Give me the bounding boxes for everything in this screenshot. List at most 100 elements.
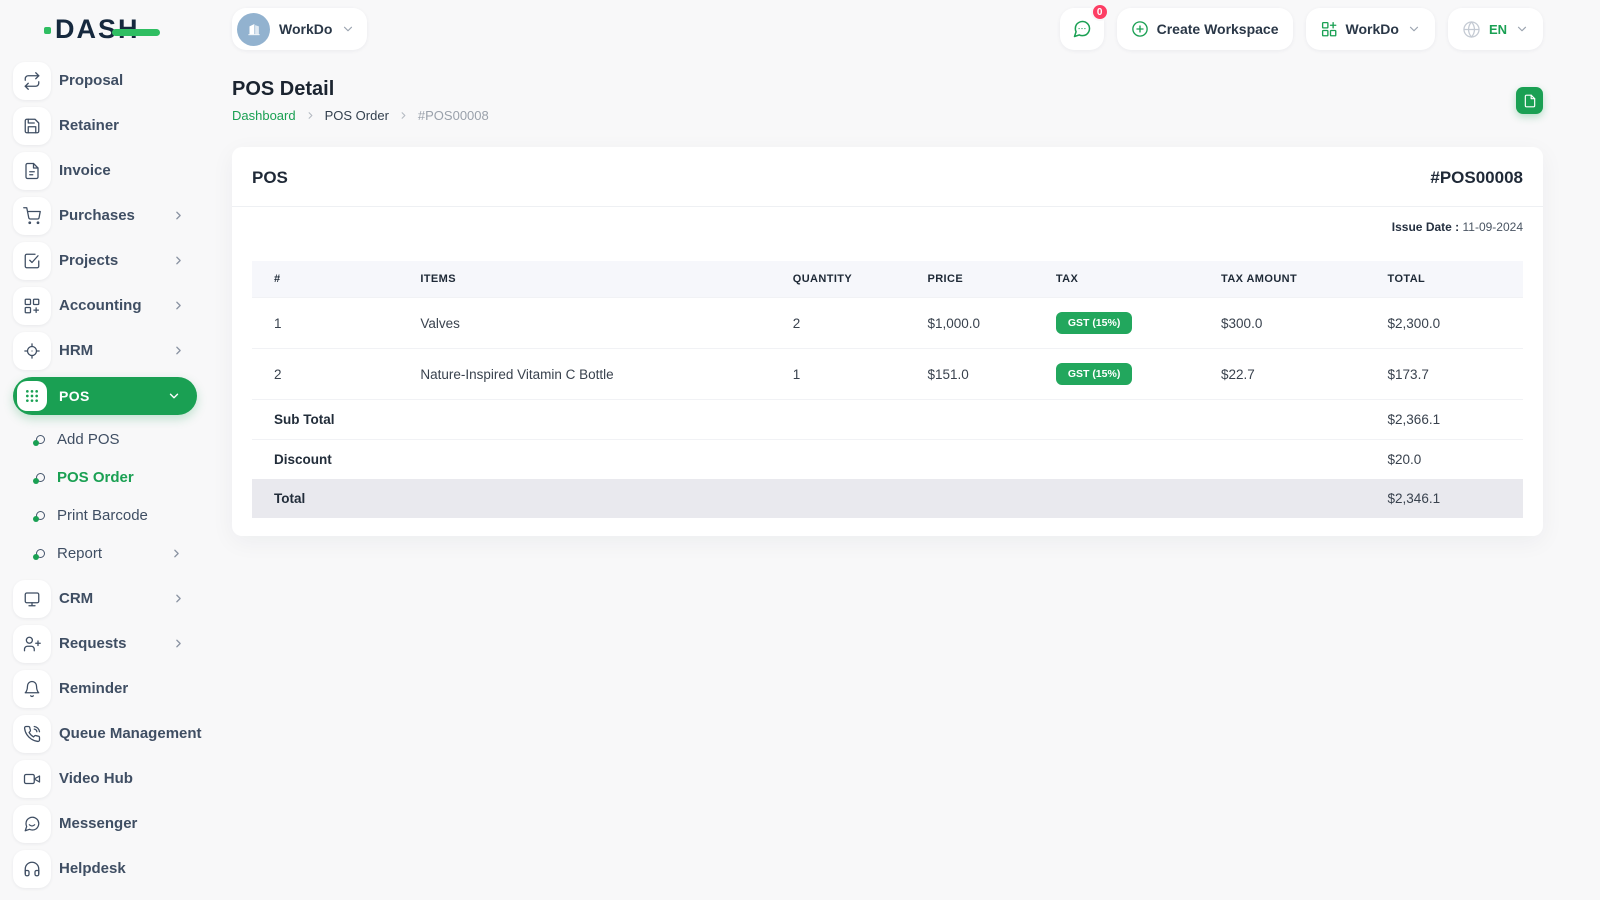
bullet-icon [33,548,45,560]
card-title: POS [252,168,288,187]
sidebar-item-label: HRM [59,342,94,359]
sidebar-item-label: Retainer [59,117,120,134]
cell-tax-amount: $22.7 [1209,348,1376,400]
cell-total: $173.7 [1375,348,1523,400]
issue-date-value: 11-09-2024 [1462,220,1524,234]
sidebar-item-label: Queue Management [59,725,202,742]
dash-logo[interactable]: DASH [44,14,160,45]
language-code: EN [1488,21,1507,37]
save-icon [13,106,51,145]
sidebar-item-label: Reminder [59,680,129,697]
items-table-wrap: # ITEMS QUANTITY PRICE TAX TAX AMOUNT TO… [232,234,1543,536]
sidebar-item-video-hub[interactable]: Video Hub [0,756,210,801]
col-header-quantity: QUANTITY [780,261,916,298]
chevron-right-icon [172,209,185,222]
table-row: 2 Nature-Inspired Vitamin C Bottle 1 $15… [252,348,1523,400]
breadcrumb-dashboard-link[interactable]: Dashboard [232,108,296,123]
logo-green-dot [44,26,51,34]
bullet-icon [33,510,45,522]
col-header-total: TOTAL [1375,261,1523,298]
sidebar-item-label: Requests [59,635,127,652]
logo-green-dash [111,28,160,36]
grid-plus-icon [13,286,51,325]
cart-icon [13,196,51,235]
discount-value: $20.0 [1375,439,1523,479]
card-header: POS #POS00008 [232,147,1543,206]
cell-price: $151.0 [915,348,1044,400]
breadcrumb-pos-order-link[interactable]: POS Order [325,108,389,123]
cell-item: Nature-Inspired Vitamin C Bottle [408,348,781,400]
chevron-down-icon [167,389,181,403]
sidebar-item-proposal[interactable]: Proposal [0,58,210,103]
app-grid-icon [1320,20,1338,38]
chevron-right-icon [172,254,185,267]
pos-detail-card: POS #POS00008 Issue Date : 11-09-2024 # [232,147,1543,536]
sidebar-item-pos-active[interactable]: POS [13,377,197,415]
topbar-actions: 0 Create Workspace WorkDo EN [1059,3,1543,50]
sidebar-item-queue-management[interactable]: Queue Management [0,711,210,756]
chevron-right-icon [172,637,185,650]
main-content: POS Detail Dashboard POS Order #POS00008 [210,58,1600,900]
cell-total: $2,300.0 [1375,297,1523,349]
sidebar-item-label: Invoice [59,162,111,179]
sidebar-item-helpdesk[interactable]: Helpdesk [0,846,210,891]
sidebar-item-label: Messenger [59,815,138,832]
col-header-items: ITEMS [408,261,781,298]
company-menu[interactable]: WorkDo [1305,8,1435,50]
sidebar-subitem-report[interactable]: Report [0,534,210,572]
sidebar-item-crm[interactable]: CRM [0,576,210,621]
cell-num: 1 [252,297,409,349]
sidebar-subitem-add-pos[interactable]: Add POS [0,420,210,458]
messages-button[interactable]: 0 [1059,3,1109,50]
discount-row: Discount $20.0 [252,439,1523,479]
sidebar-item-purchases[interactable]: Purchases [0,193,210,238]
monitor-icon [13,579,51,618]
subtotal-value: $2,366.1 [1375,399,1523,440]
create-workspace-label: Create Workspace [1156,21,1279,37]
sidebar-item-label: CRM [59,590,94,607]
cell-tax: GST (15%) [1043,297,1210,349]
language-selector[interactable]: EN [1447,8,1543,50]
col-header-num: # [252,261,409,298]
bullet-icon [33,434,45,446]
cell-tax-amount: $300.0 [1209,297,1376,349]
sidebar-item-label: Purchases [59,207,135,224]
sidebar-item-label: Video Hub [59,770,133,787]
sidebar-item-requests[interactable]: Requests [0,621,210,666]
subtotal-row: Sub Total $2,366.1 [252,399,1523,440]
plus-circle-icon [1131,20,1149,38]
chevron-right-icon [172,299,185,312]
sidebar-item-projects[interactable]: Projects [0,238,210,283]
chevron-right-icon [398,110,409,121]
issue-date-label: Issue Date : [1391,220,1460,234]
sidebar: Proposal Retainer Invoice Purchases Proj… [0,58,210,900]
sidebar-item-accounting[interactable]: Accounting [0,283,210,328]
table-row: 1 Valves 2 $1,000.0 GST (15%) $300.0 $2,… [252,297,1523,349]
sidebar-subitem-label: Report [57,544,103,562]
sidebar-item-hrm[interactable]: HRM [0,328,210,373]
notification-badge: 0 [1090,3,1109,21]
pos-submenu: Add POS POS Order Print Barcode Report [0,420,210,572]
sidebar-subitem-label: Print Barcode [57,506,148,524]
cell-price: $1,000.0 [915,297,1044,349]
sidebar-item-label: Projects [59,252,119,269]
sidebar-subitem-pos-order[interactable]: POS Order [0,458,210,496]
sidebar-subitem-print-barcode[interactable]: Print Barcode [0,496,210,534]
pos-document-button[interactable] [1516,87,1543,114]
total-row: Total $2,346.1 [252,479,1523,518]
user-plus-icon [13,624,51,663]
create-workspace-button[interactable]: Create Workspace [1116,8,1293,50]
message-bubble-icon [13,804,51,843]
company-menu-label: WorkDo [1345,21,1399,37]
sidebar-item-messenger[interactable]: Messenger [0,801,210,846]
sidebar-item-invoice[interactable]: Invoice [0,148,210,193]
chevron-right-icon [170,547,183,560]
building-icon [247,23,260,36]
chevron-right-icon [172,344,185,357]
topbar: DASH WorkDo 0 Create Workspace WorkDo EN [0,0,1600,58]
workspace-switcher[interactable]: WorkDo [232,8,368,50]
sidebar-item-reminder[interactable]: Reminder [0,666,210,711]
sidebar-item-retainer[interactable]: Retainer [0,103,210,148]
chevron-down-icon [341,22,355,36]
repeat-icon [13,61,51,100]
